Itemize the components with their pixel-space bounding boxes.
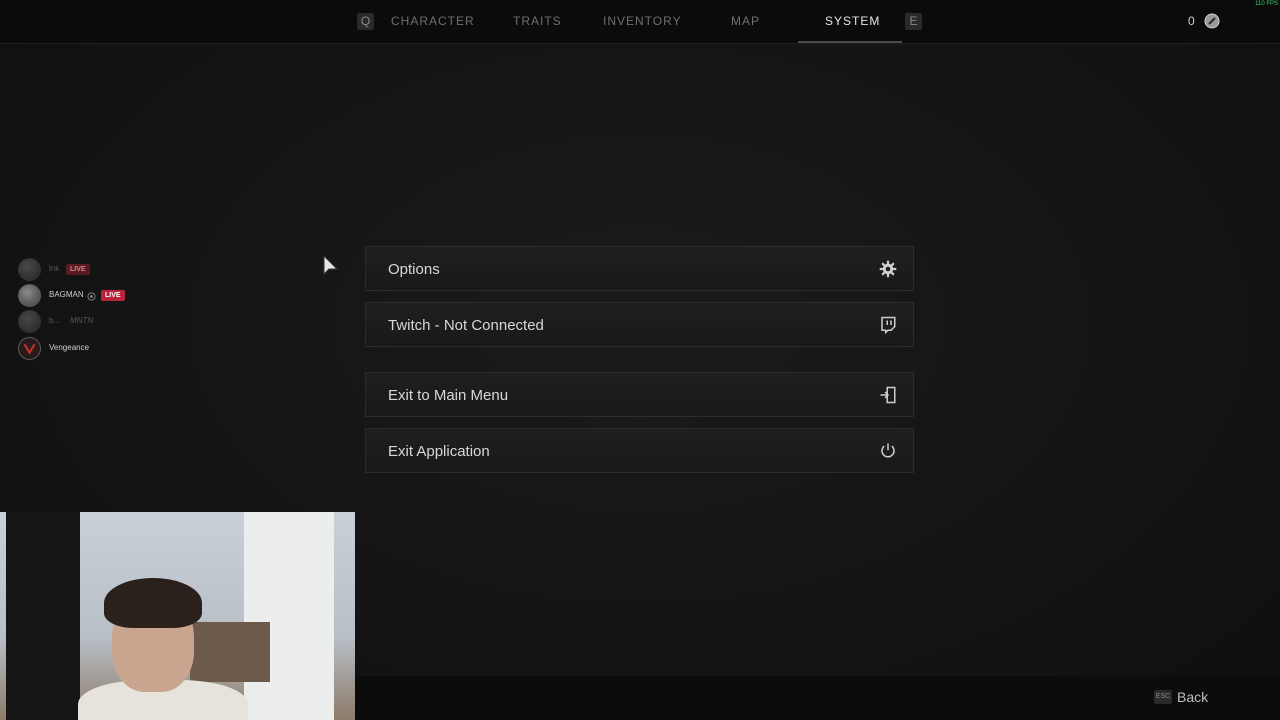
live-badge: LIVE	[66, 264, 90, 275]
options-label: Options	[388, 261, 440, 278]
tab-inventory[interactable]: INVENTORY	[603, 0, 682, 43]
tab-character[interactable]: CHARACTER	[391, 0, 475, 43]
back-button[interactable]: Back	[1177, 689, 1208, 705]
currency-icon	[1204, 13, 1220, 29]
esc-key-hint: ESC	[1154, 690, 1172, 704]
twitch-label: Twitch - Not Connected	[388, 317, 544, 334]
tab-map[interactable]: MAP	[731, 0, 760, 43]
exit-to-main-menu-button[interactable]: Exit to Main Menu	[365, 372, 914, 417]
gear-icon	[879, 260, 897, 278]
currency-amount: 0	[1188, 14, 1195, 28]
webcam-poster	[6, 512, 80, 720]
avatar	[18, 310, 41, 333]
next-tab-key-hint[interactable]: E	[905, 13, 922, 30]
tab-traits[interactable]: TRAITS	[513, 0, 562, 43]
avatar	[18, 337, 41, 360]
friend-tag: MNTN	[70, 316, 94, 325]
webcam-desk	[190, 622, 270, 682]
webcam-person-hair	[104, 578, 202, 628]
twitch-icon	[881, 316, 896, 334]
friend-name: lnk	[49, 264, 60, 273]
avatar	[18, 284, 41, 307]
exit-door-icon	[880, 386, 896, 404]
avatar	[18, 258, 41, 281]
party-icon	[87, 292, 96, 301]
friend-name: Vengeance	[49, 343, 90, 352]
power-icon	[881, 443, 895, 458]
prev-tab-key-hint[interactable]: Q	[357, 13, 374, 30]
fps-counter: 110 FPS	[1255, 1, 1278, 7]
tab-system[interactable]: SYSTEM	[825, 0, 880, 43]
vengeance-logo-icon	[23, 343, 36, 355]
live-badge: LIVE	[101, 290, 125, 301]
top-nav-bar: Q CHARACTER TRAITS INVENTORY MAP SYSTEM …	[0, 0, 1280, 44]
friend-name: b...	[49, 316, 61, 325]
friend-name: BAGMAN	[49, 290, 84, 299]
twitch-button[interactable]: Twitch - Not Connected	[365, 302, 914, 347]
active-tab-indicator	[798, 41, 902, 43]
options-button[interactable]: Options	[365, 246, 914, 291]
exit-app-label: Exit Application	[388, 443, 490, 460]
mouse-cursor-icon	[323, 254, 339, 276]
webcam-overlay	[0, 512, 355, 720]
bottom-bar	[355, 676, 1280, 720]
exit-main-label: Exit to Main Menu	[388, 387, 509, 404]
exit-application-button[interactable]: Exit Application	[365, 428, 914, 473]
webcam-door	[244, 512, 334, 720]
